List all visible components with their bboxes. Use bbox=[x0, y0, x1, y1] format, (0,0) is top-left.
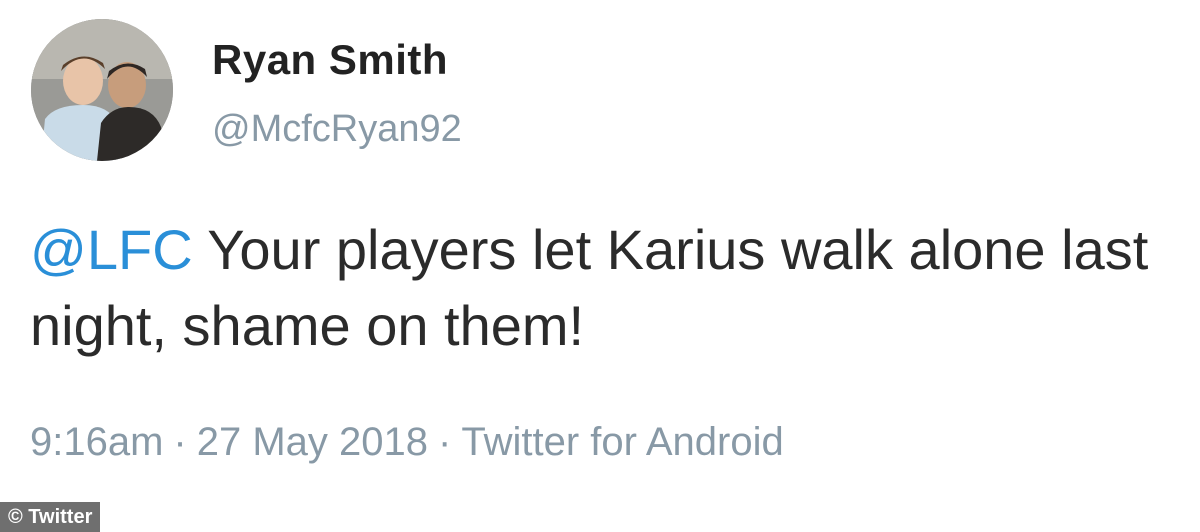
display-name[interactable]: Ryan Smith bbox=[212, 36, 448, 84]
tweet-date[interactable]: 27 May 2018 bbox=[197, 420, 428, 464]
tweet-meta: 9:16am · 27 May 2018 · Twitter for Android bbox=[30, 420, 784, 465]
tweet-card: Ryan Smith @McfcRyan92 @LFC Your players… bbox=[0, 0, 1200, 532]
tweet-text: @LFC Your players let Karius walk alone … bbox=[30, 212, 1170, 364]
tweet-body: Your players let Karius walk alone last … bbox=[30, 218, 1149, 357]
avatar[interactable] bbox=[31, 19, 173, 161]
avatar-photo bbox=[31, 19, 173, 161]
tweet-source[interactable]: Twitter for Android bbox=[461, 420, 783, 464]
meta-separator: · bbox=[173, 420, 187, 464]
user-handle[interactable]: @McfcRyan92 bbox=[212, 108, 462, 151]
tweet-time[interactable]: 9:16am bbox=[30, 420, 163, 464]
meta-separator: · bbox=[438, 420, 452, 464]
image-credit-badge: © Twitter bbox=[0, 502, 101, 532]
mention-link[interactable]: @LFC bbox=[30, 218, 193, 281]
